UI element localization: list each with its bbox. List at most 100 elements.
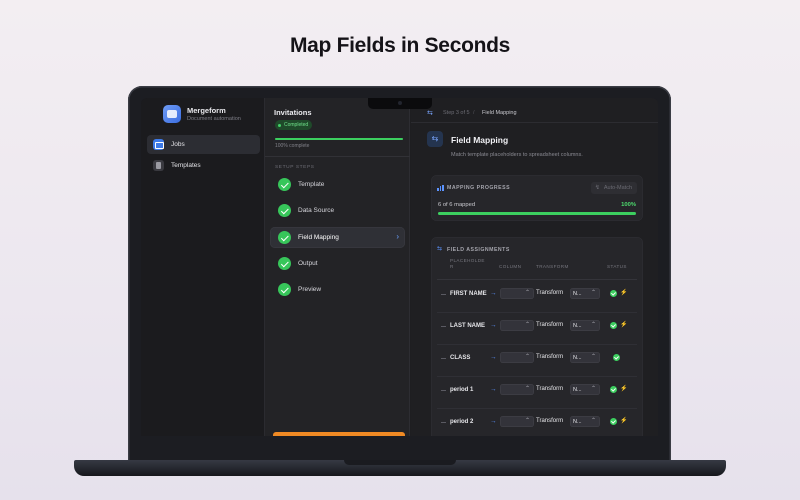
column-select[interactable]: ⌃ — [500, 320, 534, 331]
transform-label: Transform — [536, 418, 564, 424]
primary-action-button[interactable] — [273, 432, 405, 436]
column-select[interactable]: ⌃ — [500, 288, 534, 299]
chevron-right-icon: › — [396, 232, 399, 241]
bolt-icon: ⚡ — [620, 322, 628, 328]
table-row: CLASS → ⌃ Transform N... ⌃ — [431, 345, 643, 377]
step-field-mapping[interactable]: Field Mapping › — [270, 227, 405, 248]
bolt-icon: ⚡ — [620, 418, 628, 424]
arrow-right-icon: → — [490, 322, 497, 329]
app-subtitle: Document automation — [187, 116, 241, 122]
transform-label: Transform — [536, 354, 564, 360]
drag-handle-icon[interactable] — [441, 326, 446, 327]
job-progress-fill — [275, 138, 403, 140]
transform-value: N... — [573, 386, 582, 393]
step-preview[interactable]: Preview — [270, 279, 405, 300]
placeholder-name: period 1 — [450, 387, 474, 393]
laptop-lip — [344, 460, 456, 465]
column-header-status: STATUS — [607, 264, 627, 269]
transform-select[interactable]: N... ⌃ — [570, 320, 600, 331]
transform-select[interactable]: N... ⌃ — [570, 288, 600, 299]
status-badge-label: Completed — [284, 122, 309, 128]
wand-icon: ↯ — [594, 185, 600, 191]
chevron-updown-icon: ⌃ — [524, 386, 530, 392]
arrow-right-icon: → — [490, 290, 497, 297]
check-circle-icon — [278, 283, 291, 296]
chevron-updown-icon: ⌃ — [590, 322, 596, 328]
transform-label: Transform — [536, 386, 564, 392]
column-header-transform: TRANSFORM — [536, 264, 569, 269]
column-select[interactable]: ⌃ — [500, 352, 534, 363]
auto-match-button[interactable]: ↯ Auto-Match — [590, 182, 637, 194]
chevron-updown-icon: ⌃ — [524, 290, 530, 296]
swap-icon: ⇆ — [437, 246, 443, 252]
field-assignments-heading: FIELD ASSIGNMENTS — [447, 247, 510, 253]
headline: Map Fields in Seconds — [289, 34, 511, 57]
swap-icon: ⇆ — [427, 131, 443, 147]
mapping-progress-fill — [438, 212, 636, 215]
drag-handle-icon[interactable] — [441, 358, 446, 359]
placeholder-name: LAST NAME — [450, 323, 485, 329]
step-output[interactable]: Output — [270, 253, 405, 274]
drag-handle-icon[interactable] — [441, 390, 446, 391]
drag-handle-icon[interactable] — [441, 294, 446, 295]
step-data-source[interactable]: Data Source — [270, 200, 405, 221]
chevron-updown-icon: ⌃ — [524, 418, 530, 424]
check-circle-icon — [613, 354, 620, 361]
column-select[interactable]: ⌃ — [500, 384, 534, 395]
chevron-updown-icon: ⌃ — [524, 354, 530, 360]
table-row: FIRST NAME → ⌃ Transform N... ⌃ ⚡ — [431, 281, 643, 313]
check-circle-icon — [278, 257, 291, 270]
breadcrumb-current: Field Mapping — [482, 110, 517, 116]
job-panel: Invitations Completed 100% complete SETU… — [265, 98, 410, 436]
swap-icon: ⇆ — [427, 110, 433, 117]
transform-select[interactable]: N... ⌃ — [570, 416, 600, 427]
step-label: Field Mapping — [298, 234, 339, 241]
check-circle-icon — [610, 290, 617, 297]
mapped-count: 6 of 6 mapped — [438, 202, 476, 208]
sidebar-item-label: Templates — [171, 162, 201, 169]
tray-icon — [153, 139, 164, 150]
bolt-icon: ⚡ — [620, 290, 628, 296]
transform-value: N... — [573, 322, 582, 329]
check-circle-icon — [278, 178, 291, 191]
sidebar-item-jobs[interactable]: Jobs — [147, 135, 260, 154]
step-label: Output — [298, 260, 318, 267]
status-dot-icon — [278, 123, 281, 127]
transform-select[interactable]: N... ⌃ — [570, 352, 600, 363]
chevron-updown-icon: ⌃ — [590, 354, 596, 360]
sidebar-item-label: Jobs — [171, 141, 185, 148]
breadcrumb-step[interactable]: Step 3 of 5 — [443, 110, 470, 116]
app-window: Mergeform Document automation Jobs Templ… — [141, 98, 658, 436]
chevron-updown-icon: ⌃ — [590, 418, 596, 424]
transform-value: N... — [573, 290, 582, 297]
transform-value: N... — [573, 354, 582, 361]
divider — [411, 122, 658, 123]
step-label: Preview — [298, 286, 322, 293]
chevron-updown-icon: ⌃ — [590, 386, 596, 392]
column-select[interactable]: ⌃ — [500, 416, 534, 427]
status-badge: Completed — [275, 120, 313, 130]
step-label: Data Source — [298, 207, 335, 214]
check-circle-icon — [278, 231, 291, 244]
camera-icon — [398, 101, 402, 105]
mapping-progress-bar — [438, 212, 636, 215]
sidebar-item-templates[interactable]: Templates — [147, 156, 260, 175]
camera-notch — [368, 98, 432, 109]
transform-label: Transform — [536, 322, 564, 328]
column-header-placeholder: PLACEHOLDE R — [450, 258, 485, 269]
step-template[interactable]: Template — [270, 174, 405, 195]
transform-value: N... — [573, 418, 582, 425]
table-row: period 2 → ⌃ Transform N... ⌃ ⚡ — [431, 409, 643, 436]
placeholder-name: period 2 — [450, 419, 474, 425]
step-label: Template — [298, 181, 325, 188]
arrow-right-icon: → — [490, 418, 497, 425]
check-circle-icon — [278, 204, 291, 217]
chevron-updown-icon: ⌃ — [590, 290, 596, 296]
table-row: LAST NAME → ⌃ Transform N... ⌃ ⚡ — [431, 313, 643, 345]
job-progress-bar — [275, 138, 403, 140]
drag-handle-icon[interactable] — [441, 422, 446, 423]
app-name: Mergeform — [187, 106, 226, 115]
chevron-updown-icon: ⌃ — [524, 322, 530, 328]
divider — [437, 279, 637, 280]
transform-select[interactable]: N... ⌃ — [570, 384, 600, 395]
